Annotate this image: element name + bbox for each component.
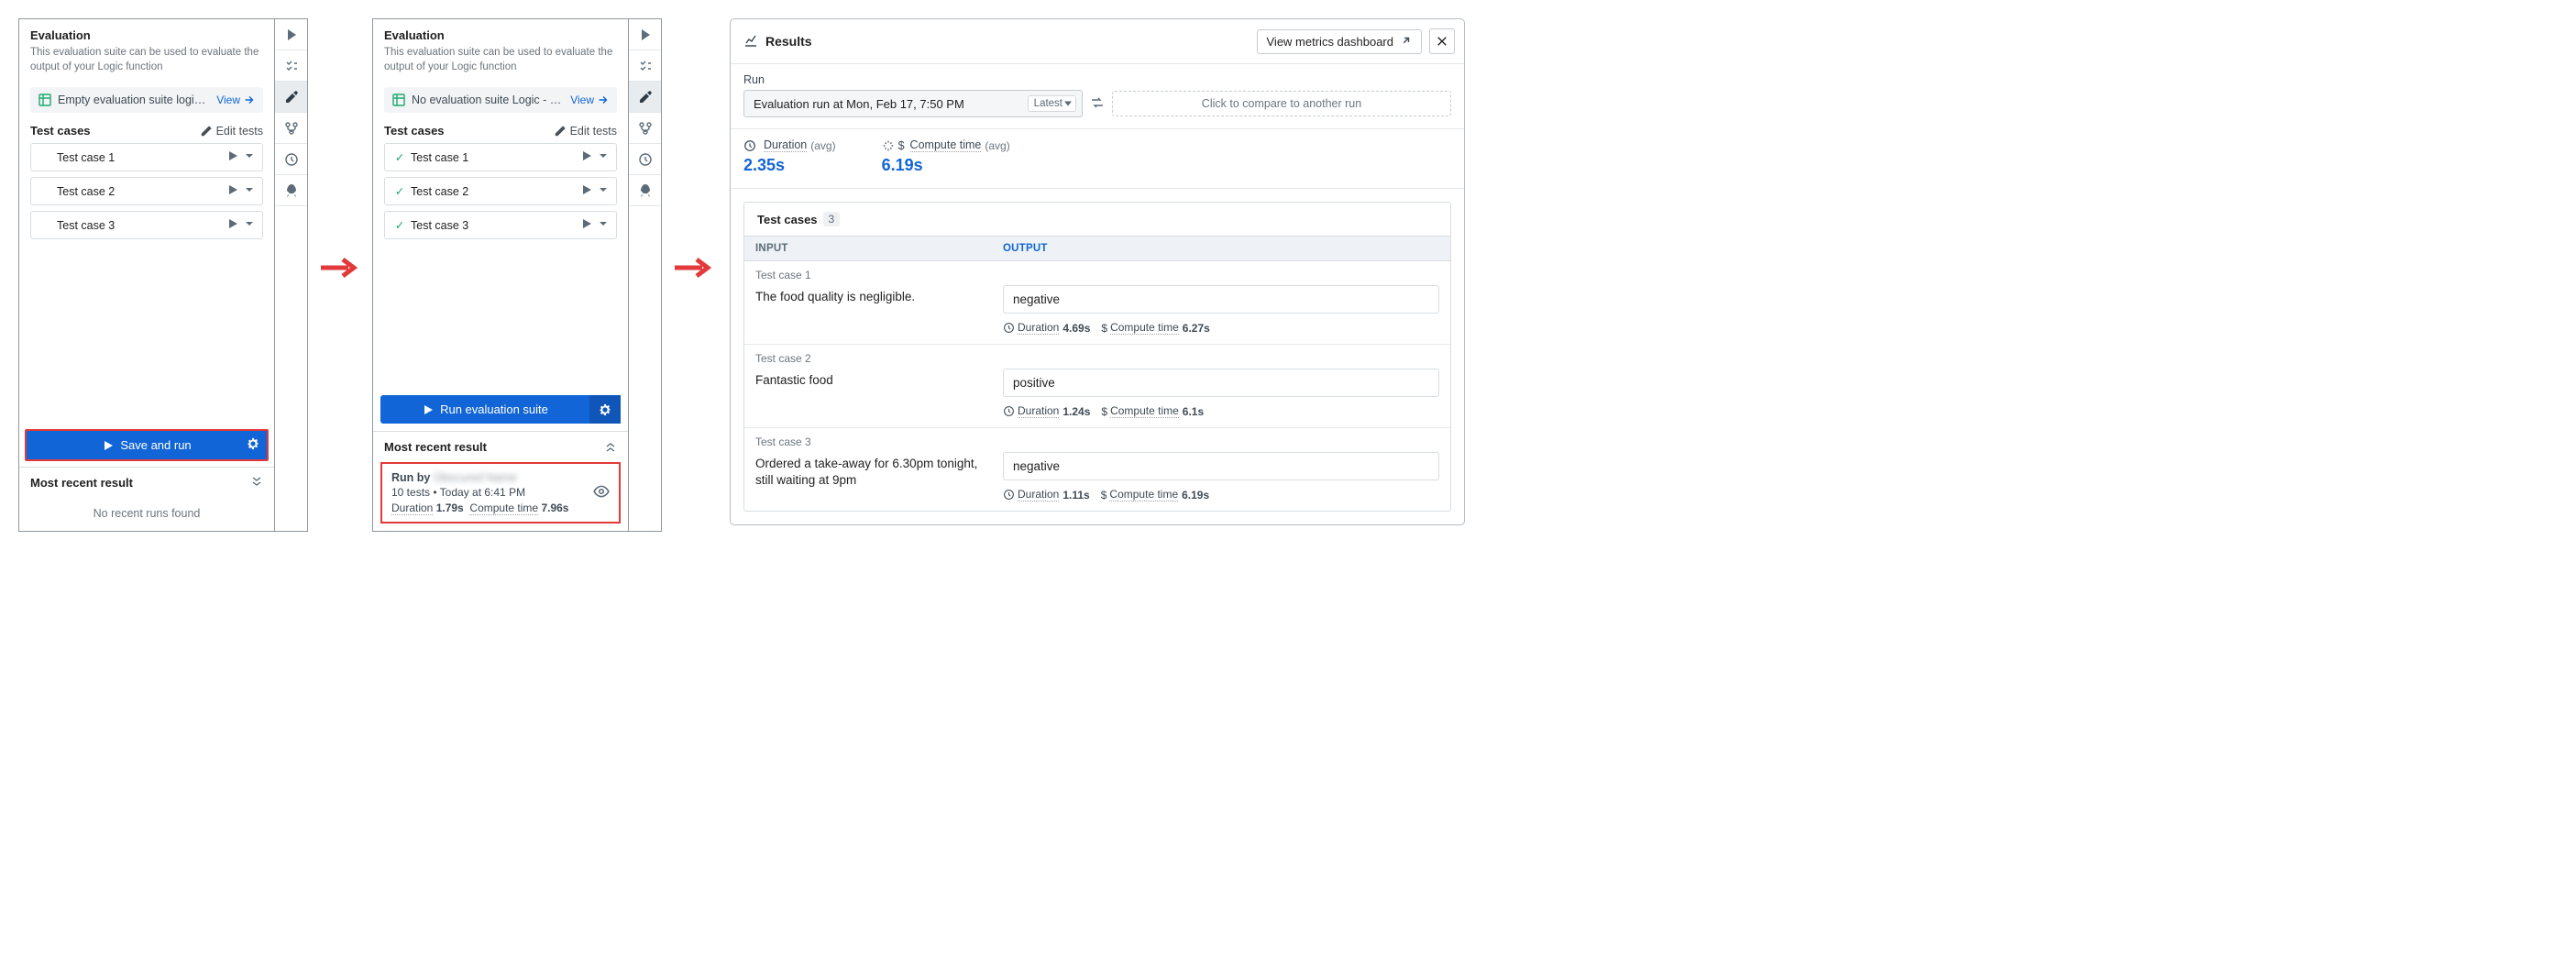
close-button[interactable]	[1429, 28, 1455, 54]
chevrons-down-icon[interactable]	[250, 475, 263, 491]
check-icon: ✓	[392, 150, 407, 164]
run-label: Run	[743, 73, 1451, 86]
rail-branch-icon[interactable]	[275, 113, 307, 144]
chevron-down-icon[interactable]	[598, 150, 609, 164]
chevron-down-icon[interactable]	[598, 218, 609, 232]
eval-title: Evaluation	[30, 28, 263, 42]
side-rail-2	[629, 18, 662, 532]
test-item[interactable]: Test case 3	[30, 211, 263, 239]
view-metrics-dashboard-button[interactable]: View metrics dashboard	[1257, 29, 1423, 54]
suite-label: Empty evaluation suite logic - evalu…	[58, 94, 211, 106]
arrow-right-icon	[662, 257, 726, 279]
output-value: positive	[1003, 369, 1439, 397]
recent-header: Most recent result	[384, 440, 487, 454]
eval-title: Evaluation	[384, 28, 617, 42]
play-icon[interactable]	[581, 184, 592, 198]
eye-icon[interactable]	[593, 483, 610, 502]
compute-time-metric: $ Compute time (avg) 6.19s	[882, 138, 1010, 175]
gear-icon[interactable]	[589, 395, 621, 424]
test-cases-table: Test cases 3 INPUT OUTPUT Test case 1 Th…	[743, 202, 1451, 512]
test-item[interactable]: Test case 2	[30, 177, 263, 205]
chevron-down-icon[interactable]	[244, 184, 255, 198]
play-icon[interactable]	[581, 218, 592, 232]
save-run-highlight: Save and run	[25, 429, 269, 461]
rail-hammer-icon[interactable]	[275, 82, 307, 113]
gear-icon[interactable]	[247, 437, 259, 453]
rail-history-icon[interactable]	[275, 144, 307, 175]
col-input: INPUT	[744, 237, 992, 260]
eval-description: This evaluation suite can be used to eva…	[30, 46, 263, 74]
sheet-icon	[38, 93, 52, 107]
compare-run-button[interactable]: Click to compare to another run	[1112, 91, 1451, 116]
col-output[interactable]: OUTPUT	[992, 237, 1450, 260]
edit-tests-button[interactable]: Edit tests	[554, 125, 617, 138]
latest-badge[interactable]: Latest	[1028, 95, 1076, 112]
chevrons-up-icon[interactable]	[604, 439, 617, 455]
output-value: negative	[1003, 452, 1439, 480]
chevron-down-icon[interactable]	[244, 218, 255, 232]
save-and-run-button[interactable]: Save and run	[27, 431, 267, 459]
check-icon: ✓	[392, 184, 407, 198]
view-link[interactable]: View	[216, 94, 256, 106]
test-list: Test case 1 Test case 2 Test case 3	[19, 143, 274, 245]
chevron-down-icon[interactable]	[598, 184, 609, 198]
table-row: Test case 2 Fantastic food positive Dura…	[744, 345, 1450, 428]
rail-hammer-icon[interactable]	[629, 82, 661, 113]
sheet-icon	[391, 93, 406, 107]
rail-history-icon[interactable]	[629, 144, 661, 175]
duration-metric: Duration (avg) 2.35s	[743, 138, 836, 175]
rail-play-icon[interactable]	[275, 19, 307, 50]
rail-checklist-icon[interactable]	[629, 50, 661, 82]
run-select[interactable]: Evaluation run at Mon, Feb 17, 7:50 PM L…	[743, 90, 1083, 117]
play-icon[interactable]	[227, 150, 238, 164]
results-panel: Results View metrics dashboard Run Evalu…	[730, 18, 1465, 525]
edit-tests-button[interactable]: Edit tests	[200, 125, 263, 138]
suite-label: No evaluation suite Logic - evaluati…	[412, 94, 565, 106]
compare-icon[interactable]	[1090, 95, 1105, 113]
side-rail-1	[275, 18, 308, 532]
check-icon: ✓	[392, 218, 407, 232]
recent-header: Most recent result	[30, 476, 133, 490]
rail-play-icon[interactable]	[629, 19, 661, 50]
play-icon[interactable]	[581, 150, 592, 164]
no-runs-message: No recent runs found	[19, 498, 274, 531]
tests-header: Test cases	[30, 124, 91, 138]
table-row: Test case 1 The food quality is negligib…	[744, 261, 1450, 345]
chart-icon	[743, 33, 758, 50]
rail-checklist-icon[interactable]	[275, 50, 307, 82]
table-row: Test case 3 Ordered a take-away for 6.30…	[744, 428, 1450, 511]
test-item[interactable]: ✓ Test case 1	[384, 143, 617, 171]
results-title: Results	[765, 34, 1257, 49]
chevron-down-icon[interactable]	[244, 150, 255, 164]
play-icon[interactable]	[227, 218, 238, 232]
test-list: ✓ Test case 1 ✓ Test case 2 ✓ Test case …	[373, 143, 628, 245]
eval-description: This evaluation suite can be used to eva…	[384, 46, 617, 74]
test-item[interactable]: Test case 1	[30, 143, 263, 171]
arrow-right-icon	[308, 257, 372, 279]
tests-header: Test cases	[384, 124, 445, 138]
view-link[interactable]: View	[570, 94, 610, 106]
tests-count-badge: 3	[823, 212, 841, 226]
evaluation-panel-2: Evaluation This evaluation suite can be …	[372, 18, 629, 532]
suite-chip[interactable]: Empty evaluation suite logic - evalu… Vi…	[30, 87, 263, 113]
test-item[interactable]: ✓ Test case 2	[384, 177, 617, 205]
evaluation-panel-1: Evaluation This evaluation suite can be …	[18, 18, 275, 532]
recent-run-card[interactable]: Run by Obscured Name 10 tests • Today at…	[380, 462, 621, 524]
run-evaluation-suite-button[interactable]: Run evaluation suite	[380, 395, 621, 424]
rail-rocket-icon[interactable]	[629, 175, 661, 206]
rail-branch-icon[interactable]	[629, 113, 661, 144]
output-value: negative	[1003, 285, 1439, 314]
play-icon[interactable]	[227, 184, 238, 198]
test-item[interactable]: ✓ Test case 3	[384, 211, 617, 239]
suite-chip[interactable]: No evaluation suite Logic - evaluati… Vi…	[384, 87, 617, 113]
rail-rocket-icon[interactable]	[275, 175, 307, 206]
